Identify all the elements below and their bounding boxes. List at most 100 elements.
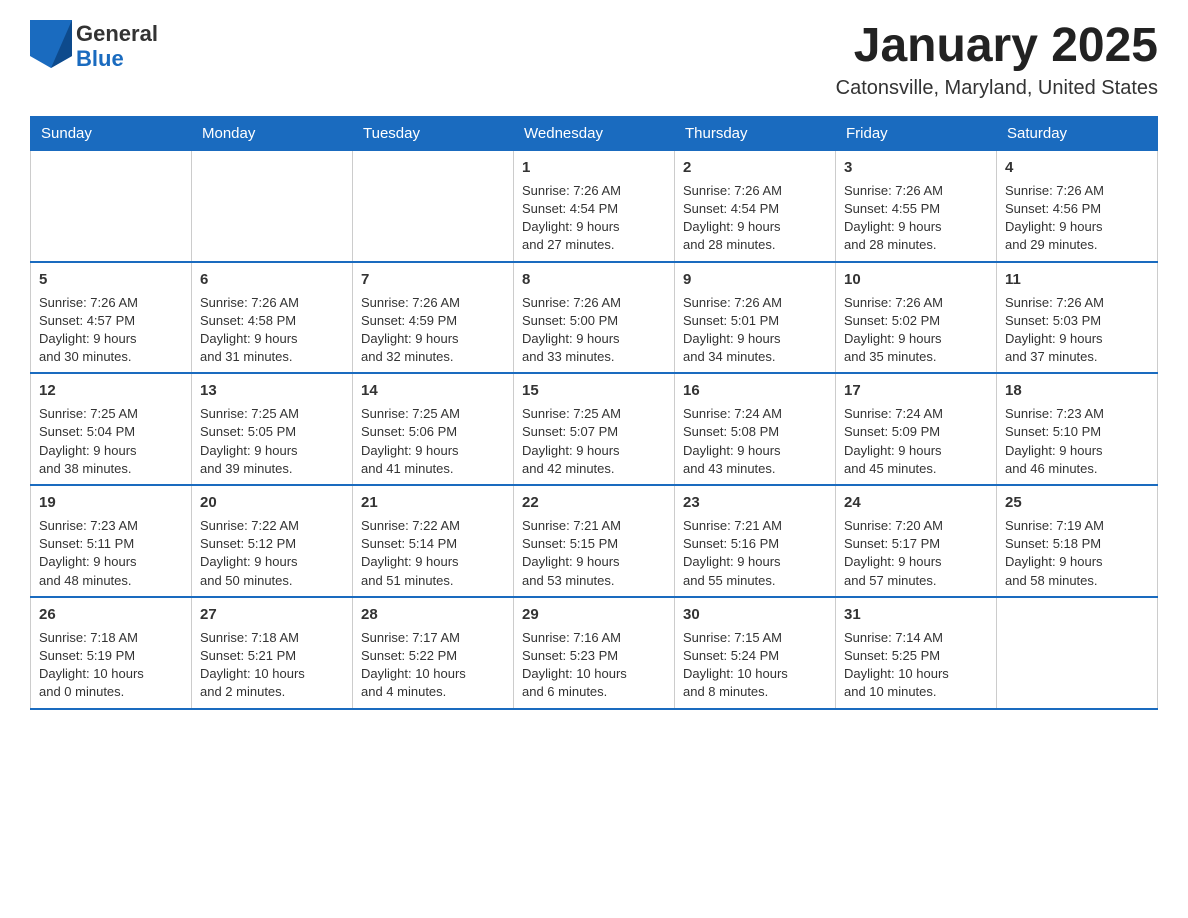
day-info: and 45 minutes. [844,460,988,478]
day-info: Sunrise: 7:26 AM [522,294,666,312]
calendar-cell: 28Sunrise: 7:17 AMSunset: 5:22 PMDayligh… [353,597,514,709]
day-info: Daylight: 9 hours [1005,330,1149,348]
day-number: 17 [844,380,988,401]
day-info: Daylight: 9 hours [200,330,344,348]
calendar-week-4: 19Sunrise: 7:23 AMSunset: 5:11 PMDayligh… [31,485,1158,597]
calendar-cell: 17Sunrise: 7:24 AMSunset: 5:09 PMDayligh… [836,373,997,485]
day-info: Daylight: 9 hours [361,553,505,571]
day-info: and 30 minutes. [39,348,183,366]
calendar-week-5: 26Sunrise: 7:18 AMSunset: 5:19 PMDayligh… [31,597,1158,709]
day-info: Sunset: 5:19 PM [39,647,183,665]
day-info: Daylight: 9 hours [1005,442,1149,460]
day-info: Sunrise: 7:25 AM [361,405,505,423]
calendar-cell: 3Sunrise: 7:26 AMSunset: 4:55 PMDaylight… [836,150,997,261]
calendar-header: SundayMondayTuesdayWednesdayThursdayFrid… [31,116,1158,150]
calendar-cell: 30Sunrise: 7:15 AMSunset: 5:24 PMDayligh… [675,597,836,709]
calendar-cell: 13Sunrise: 7:25 AMSunset: 5:05 PMDayligh… [192,373,353,485]
day-info: Sunset: 5:05 PM [200,423,344,441]
day-info: Sunrise: 7:26 AM [683,182,827,200]
calendar-cell: 9Sunrise: 7:26 AMSunset: 5:01 PMDaylight… [675,262,836,374]
day-number: 2 [683,157,827,178]
day-info: Sunset: 4:57 PM [39,312,183,330]
day-info: and 0 minutes. [39,683,183,701]
day-info: and 43 minutes. [683,460,827,478]
calendar-cell [353,150,514,261]
calendar-cell: 18Sunrise: 7:23 AMSunset: 5:10 PMDayligh… [997,373,1158,485]
day-info: and 55 minutes. [683,572,827,590]
day-info: Daylight: 9 hours [39,442,183,460]
calendar-cell: 14Sunrise: 7:25 AMSunset: 5:06 PMDayligh… [353,373,514,485]
day-info: and 46 minutes. [1005,460,1149,478]
day-number: 7 [361,269,505,290]
day-number: 1 [522,157,666,178]
day-info: Daylight: 9 hours [844,442,988,460]
day-info: and 37 minutes. [1005,348,1149,366]
day-number: 14 [361,380,505,401]
day-info: and 57 minutes. [844,572,988,590]
calendar-cell: 24Sunrise: 7:20 AMSunset: 5:17 PMDayligh… [836,485,997,597]
day-info: Sunrise: 7:26 AM [844,294,988,312]
day-number: 16 [683,380,827,401]
location: Catonsville, Maryland, United States [836,77,1158,100]
day-number: 21 [361,492,505,513]
day-info: and 35 minutes. [844,348,988,366]
calendar-cell: 8Sunrise: 7:26 AMSunset: 5:00 PMDaylight… [514,262,675,374]
title-section: January 2025 Catonsville, Maryland, Unit… [836,20,1158,100]
day-info: Sunrise: 7:26 AM [522,182,666,200]
day-info: Sunset: 5:08 PM [683,423,827,441]
day-number: 30 [683,604,827,625]
day-info: Daylight: 10 hours [683,665,827,683]
day-info: Sunset: 5:03 PM [1005,312,1149,330]
day-info: Sunset: 4:59 PM [361,312,505,330]
day-number: 19 [39,492,183,513]
calendar-cell: 23Sunrise: 7:21 AMSunset: 5:16 PMDayligh… [675,485,836,597]
day-number: 4 [1005,157,1149,178]
day-number: 6 [200,269,344,290]
calendar-cell: 29Sunrise: 7:16 AMSunset: 5:23 PMDayligh… [514,597,675,709]
header-day-monday: Monday [192,116,353,150]
header-day-saturday: Saturday [997,116,1158,150]
day-info: Daylight: 9 hours [683,553,827,571]
day-info: Sunrise: 7:26 AM [1005,294,1149,312]
day-number: 8 [522,269,666,290]
day-info: Sunrise: 7:14 AM [844,629,988,647]
day-info: Daylight: 9 hours [39,553,183,571]
calendar-cell: 5Sunrise: 7:26 AMSunset: 4:57 PMDaylight… [31,262,192,374]
calendar-cell: 21Sunrise: 7:22 AMSunset: 5:14 PMDayligh… [353,485,514,597]
day-info: and 39 minutes. [200,460,344,478]
day-info: Daylight: 9 hours [683,218,827,236]
day-info: and 8 minutes. [683,683,827,701]
header-day-thursday: Thursday [675,116,836,150]
day-info: Daylight: 9 hours [522,442,666,460]
day-number: 29 [522,604,666,625]
day-info: and 41 minutes. [361,460,505,478]
day-info: Sunrise: 7:23 AM [39,517,183,535]
day-info: and 31 minutes. [200,348,344,366]
calendar-body: 1Sunrise: 7:26 AMSunset: 4:54 PMDaylight… [31,150,1158,708]
day-info: and 28 minutes. [683,236,827,254]
day-info: Sunset: 5:02 PM [844,312,988,330]
day-info: Sunset: 5:18 PM [1005,535,1149,553]
day-info: and 48 minutes. [39,572,183,590]
day-number: 22 [522,492,666,513]
day-info: and 32 minutes. [361,348,505,366]
day-info: Sunrise: 7:17 AM [361,629,505,647]
day-info: Daylight: 9 hours [683,330,827,348]
day-info: Sunset: 5:17 PM [844,535,988,553]
day-info: and 38 minutes. [39,460,183,478]
calendar-cell: 16Sunrise: 7:24 AMSunset: 5:08 PMDayligh… [675,373,836,485]
day-info: Sunrise: 7:25 AM [522,405,666,423]
day-info: Sunset: 5:09 PM [844,423,988,441]
calendar-cell: 26Sunrise: 7:18 AMSunset: 5:19 PMDayligh… [31,597,192,709]
calendar-cell: 6Sunrise: 7:26 AMSunset: 4:58 PMDaylight… [192,262,353,374]
day-info: and 51 minutes. [361,572,505,590]
day-info: Sunset: 5:01 PM [683,312,827,330]
day-info: and 42 minutes. [522,460,666,478]
calendar-cell: 11Sunrise: 7:26 AMSunset: 5:03 PMDayligh… [997,262,1158,374]
day-info: Daylight: 10 hours [39,665,183,683]
day-info: Sunset: 5:15 PM [522,535,666,553]
day-info: Daylight: 9 hours [522,330,666,348]
day-info: Sunrise: 7:21 AM [683,517,827,535]
day-info: Sunrise: 7:15 AM [683,629,827,647]
day-info: and 28 minutes. [844,236,988,254]
